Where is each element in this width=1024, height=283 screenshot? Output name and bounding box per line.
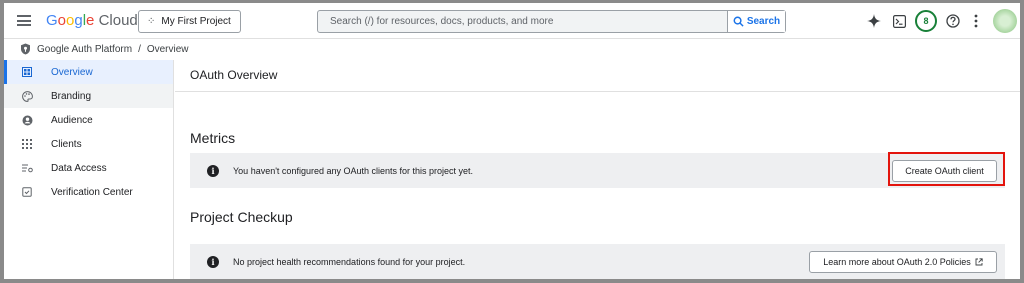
app-window: Google Cloud ⁘ My First Project Search 8 (4, 3, 1020, 279)
menu-icon[interactable] (17, 15, 31, 26)
sidebar-item-verification-center[interactable]: Verification Center (4, 180, 173, 204)
search-input[interactable] (318, 11, 727, 32)
sidebar: Overview Branding Audience Clients Data … (4, 60, 174, 279)
gemini-spark-icon[interactable] (865, 12, 883, 30)
account-circle-icon (21, 115, 33, 126)
search-button[interactable]: Search (727, 11, 785, 32)
learn-more-oauth-policies-link[interactable]: Learn more about OAuth 2.0 Policies (809, 250, 997, 273)
notifications-badge[interactable]: 8 (915, 10, 937, 32)
highlight-box (888, 152, 1005, 186)
verified-icon (21, 187, 33, 197)
breadcrumb-item-overview: Overview (146, 43, 189, 55)
learn-more-label: Learn more about OAuth 2.0 Policies (823, 256, 971, 267)
sidebar-item-label: Audience (51, 114, 93, 126)
help-icon[interactable] (944, 12, 962, 30)
google-cloud-logo[interactable]: Google Cloud (46, 12, 138, 29)
more-vert-icon[interactable] (967, 12, 985, 30)
palette-icon (21, 90, 33, 102)
avatar[interactable] (993, 9, 1017, 33)
metrics-message: You haven't configured any OAuth clients… (233, 165, 474, 176)
page-title: OAuth Overview (190, 68, 278, 82)
cloud-shell-icon[interactable] (890, 12, 908, 30)
sidebar-item-label: Overview (51, 66, 93, 78)
dashboard-icon (21, 67, 33, 77)
search-button-label: Search (746, 16, 781, 27)
shield-icon (21, 43, 30, 55)
list-settings-icon (21, 163, 33, 173)
sidebar-item-label: Verification Center (51, 186, 133, 198)
metrics-panel: i You haven't configured any OAuth clien… (190, 153, 1005, 188)
search-icon (733, 16, 744, 27)
search-bar: Search (317, 10, 786, 33)
sidebar-item-label: Data Access (51, 162, 107, 174)
info-icon: i (207, 164, 219, 177)
sidebar-item-label: Clients (51, 138, 82, 150)
project-checkup-heading: Project Checkup (190, 209, 293, 225)
open-in-new-icon (975, 257, 983, 265)
sidebar-item-branding[interactable]: Branding (4, 84, 173, 108)
grid-icon (21, 139, 33, 149)
checkup-panel: i No project health recommendations foun… (190, 244, 1005, 279)
project-label: My First Project (161, 16, 231, 27)
sidebar-item-label: Branding (51, 90, 92, 102)
project-icon: ⁘ (147, 16, 156, 27)
sidebar-item-audience[interactable]: Audience (4, 108, 173, 132)
divider (175, 91, 1020, 92)
info-icon: i (207, 255, 219, 268)
project-picker-button[interactable]: ⁘ My First Project (138, 10, 241, 33)
main-content: OAuth Overview Metrics i You haven't con… (175, 60, 1020, 279)
sidebar-item-overview[interactable]: Overview (4, 60, 173, 84)
breadcrumb-item-auth-platform[interactable]: Google Auth Platform (37, 44, 132, 55)
checkup-message: No project health recommendations found … (233, 256, 466, 267)
sidebar-item-clients[interactable]: Clients (4, 132, 173, 156)
sidebar-item-data-access[interactable]: Data Access (4, 156, 173, 180)
metrics-heading: Metrics (190, 130, 236, 146)
breadcrumb: Google Auth Platform / Overview (4, 39, 1020, 59)
top-bar: Google Cloud ⁘ My First Project Search 8 (4, 3, 1020, 39)
breadcrumb-separator: / (138, 43, 141, 55)
